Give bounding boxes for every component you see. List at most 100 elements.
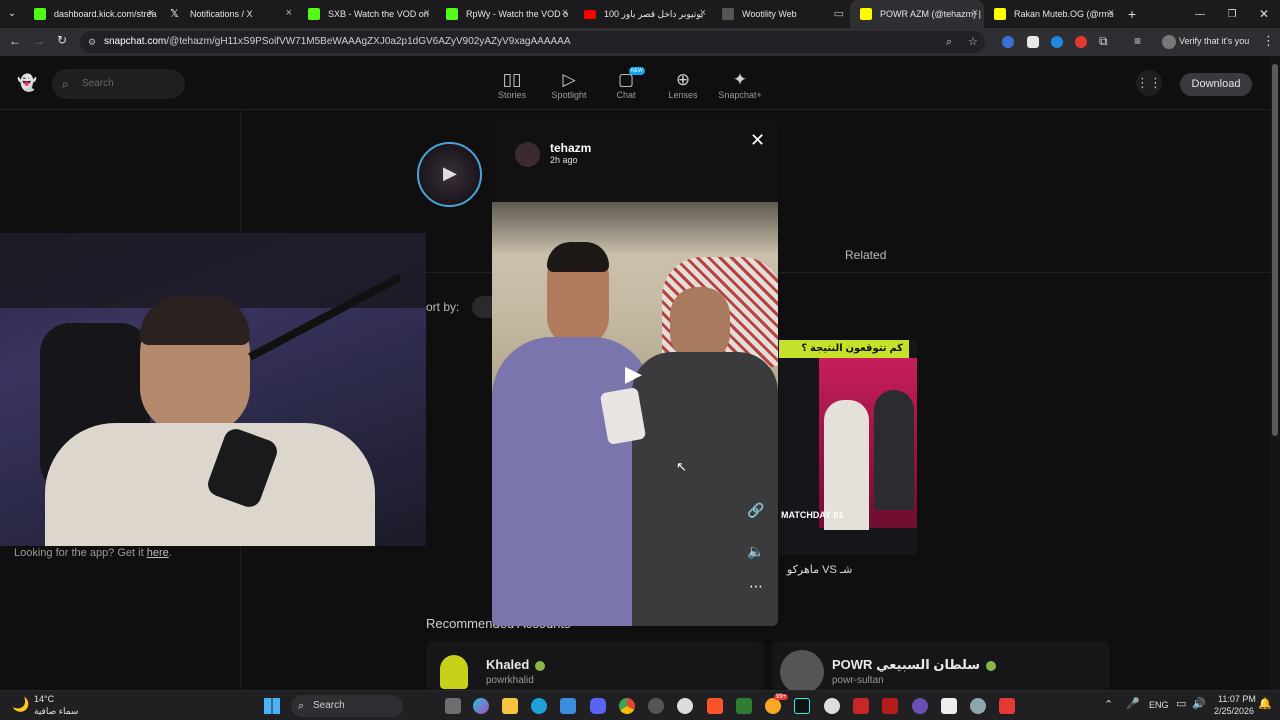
chrome-icon[interactable] [619, 698, 635, 714]
reload-icon[interactable]: ↻ [57, 33, 67, 47]
extension-icon[interactable] [1051, 36, 1063, 48]
microphone-icon[interactable]: 🎤 [1126, 697, 1140, 710]
tiktok-icon[interactable] [794, 698, 810, 714]
discord-icon[interactable] [590, 698, 606, 714]
related-video-thumbnail[interactable]: كم تتوقعون النتيجة ؟ MATCHDAY 01 [779, 340, 917, 555]
get-app-link[interactable]: here [147, 547, 169, 559]
file-explorer-icon[interactable] [502, 698, 518, 714]
close-window-icon[interactable]: ✕ [1248, 7, 1280, 21]
get-app-text: Looking for the app? Get it here. [14, 547, 172, 559]
browser-tab[interactable]: Wootility Web ▭ [712, 0, 850, 28]
close-tab-icon[interactable]: × [562, 7, 568, 19]
extension-icon[interactable] [1075, 36, 1087, 48]
weather-moon-icon[interactable]: 🌙 [12, 696, 29, 713]
browser-tab[interactable]: Rakan Muteb.OG (@rms × [984, 0, 1120, 28]
page-scrollbar[interactable] [1270, 56, 1280, 690]
zoom-icon[interactable]: ⌕ [946, 31, 952, 53]
language-indicator[interactable]: ENG [1149, 700, 1169, 710]
nav-snapchat-plus[interactable]: ✦ Snapchat+ [710, 70, 770, 100]
more-options-icon[interactable]: ⋯ [749, 578, 763, 595]
url-field[interactable]: ⚙ snapchat.com/@tehazm/gH11xS9PSoifVW71M… [80, 31, 985, 53]
app-icon[interactable] [736, 698, 752, 714]
search-icon: ⌕ [298, 700, 305, 712]
copilot-icon[interactable] [473, 698, 489, 714]
volume-icon[interactable]: 🔊 [1192, 697, 1206, 710]
apps-grid-icon[interactable]: ⋮⋮ [1136, 70, 1162, 96]
clock-date[interactable]: 2/25/2026 [1214, 706, 1254, 716]
browser-tab[interactable]: 100 يوتيوبر داخل قصر باور × [574, 0, 712, 28]
app-icon[interactable] [941, 698, 957, 714]
account-card[interactable]: POWR سلطان السبيعي powr-sultan [772, 641, 1110, 694]
edge-icon[interactable] [531, 698, 547, 714]
close-tab-icon[interactable]: × [700, 7, 706, 19]
browser-tab[interactable]: RpWy - Watch the VOD o × [436, 0, 574, 28]
app-icon[interactable] [648, 698, 664, 714]
account-card[interactable]: Khaled powrkhalid [426, 641, 764, 691]
nav-lenses[interactable]: ⊕ Lenses [653, 70, 713, 100]
nav-chat[interactable]: ▢ Chat NEW [596, 67, 656, 100]
picture-in-picture-icon[interactable]: ▭ [834, 7, 844, 20]
windows-start-icon[interactable] [264, 698, 280, 714]
nav-spotlight[interactable]: ▷ Spotlight [539, 70, 599, 100]
app-icon-with-badge[interactable] [765, 698, 781, 714]
windows-taskbar: 🌙 14°C سماء صافية ⌕ Search 99+ ⌃ 🎤 ENG ▭… [0, 690, 1280, 720]
brave-icon[interactable] [707, 698, 723, 714]
snapchat-ghost-icon[interactable]: 👻 [17, 73, 37, 93]
snapchat-plus-icon: ✦ [732, 70, 748, 89]
back-icon[interactable]: ← [9, 34, 21, 48]
thumbnail-person [874, 390, 914, 510]
browser-tab[interactable]: SXB - Watch the VOD on × [298, 0, 436, 28]
network-icon[interactable]: ▭ [1176, 697, 1186, 710]
tray-overflow-icon[interactable]: ⌃ [1104, 698, 1113, 711]
task-view-icon[interactable] [445, 698, 461, 714]
browser-tab[interactable]: dashboard.kick.com/strea × [24, 0, 160, 28]
forward-icon[interactable]: → [33, 34, 45, 48]
mute-toggle-icon[interactable]: 🔈 [747, 543, 764, 560]
play-icon[interactable]: ▶ [625, 361, 642, 387]
related-video-caption: ماهركو VS شـ [787, 564, 853, 576]
search-input[interactable]: ⌕ Search [52, 69, 185, 99]
copy-link-icon[interactable]: 🔗 [747, 502, 764, 519]
scrollbar-thumb[interactable] [1272, 64, 1278, 436]
nav-stories[interactable]: ▯▯ Stories [482, 70, 542, 100]
download-button[interactable]: Download [1180, 73, 1252, 96]
extension-icon[interactable] [1027, 36, 1039, 48]
profile-avatar[interactable] [1162, 35, 1176, 49]
close-icon[interactable]: ✕ [750, 130, 765, 151]
story-author-name[interactable]: tehazm [550, 141, 591, 155]
bookmark-star-icon[interactable]: ☆ [968, 31, 978, 53]
settings-gear-icon[interactable] [970, 698, 986, 714]
app-icon[interactable] [912, 698, 928, 714]
story-author-avatar[interactable] [515, 142, 540, 167]
app-icon[interactable] [824, 698, 840, 714]
browser-menu-icon[interactable]: ⋮ [1262, 33, 1275, 49]
restore-window-icon[interactable]: ❐ [1216, 9, 1248, 20]
close-tab-icon[interactable]: × [148, 7, 154, 19]
tab-list-button[interactable]: ⌄ [0, 0, 24, 28]
new-tab-button[interactable]: + [1120, 6, 1144, 22]
close-tab-icon[interactable]: × [424, 7, 430, 19]
store-icon[interactable] [560, 698, 576, 714]
notifications-icon[interactable]: 🔔 [1258, 697, 1272, 710]
browser-tab[interactable]: 𝕏 Notifications / X × [160, 0, 298, 28]
taskbar-search[interactable]: ⌕ Search [291, 695, 403, 717]
minimize-window-icon[interactable]: — [1184, 9, 1216, 20]
site-info-icon[interactable]: ⚙ [88, 31, 96, 53]
app-icon[interactable] [677, 698, 693, 714]
extension-icon[interactable] [1002, 36, 1014, 48]
profile-story-avatar[interactable]: ▶ [417, 142, 482, 207]
app-icon[interactable] [882, 698, 898, 714]
extensions-puzzle-icon[interactable]: ⧉ [1099, 34, 1108, 49]
close-tab-icon[interactable]: × [286, 7, 292, 19]
close-tab-icon[interactable]: × [1108, 7, 1114, 19]
story-viewer[interactable]: tehazm 2h ago ✕ ▶ 🔗 🔈 ⋯ [492, 122, 778, 626]
app-icon-active[interactable] [999, 698, 1015, 714]
weather-temp[interactable]: 14°C [34, 694, 54, 704]
app-icon[interactable] [853, 698, 869, 714]
clock-time[interactable]: 11:07 PM [1218, 694, 1256, 704]
tab-related[interactable]: Related [845, 248, 886, 262]
browser-tab-active[interactable]: POWR AZM (@tehazm) | × [850, 0, 984, 28]
verify-identity-button[interactable]: Verify that it's you [1179, 36, 1249, 46]
close-tab-icon[interactable]: × [972, 7, 978, 19]
media-control-icon[interactable]: ≡ [1134, 34, 1141, 48]
